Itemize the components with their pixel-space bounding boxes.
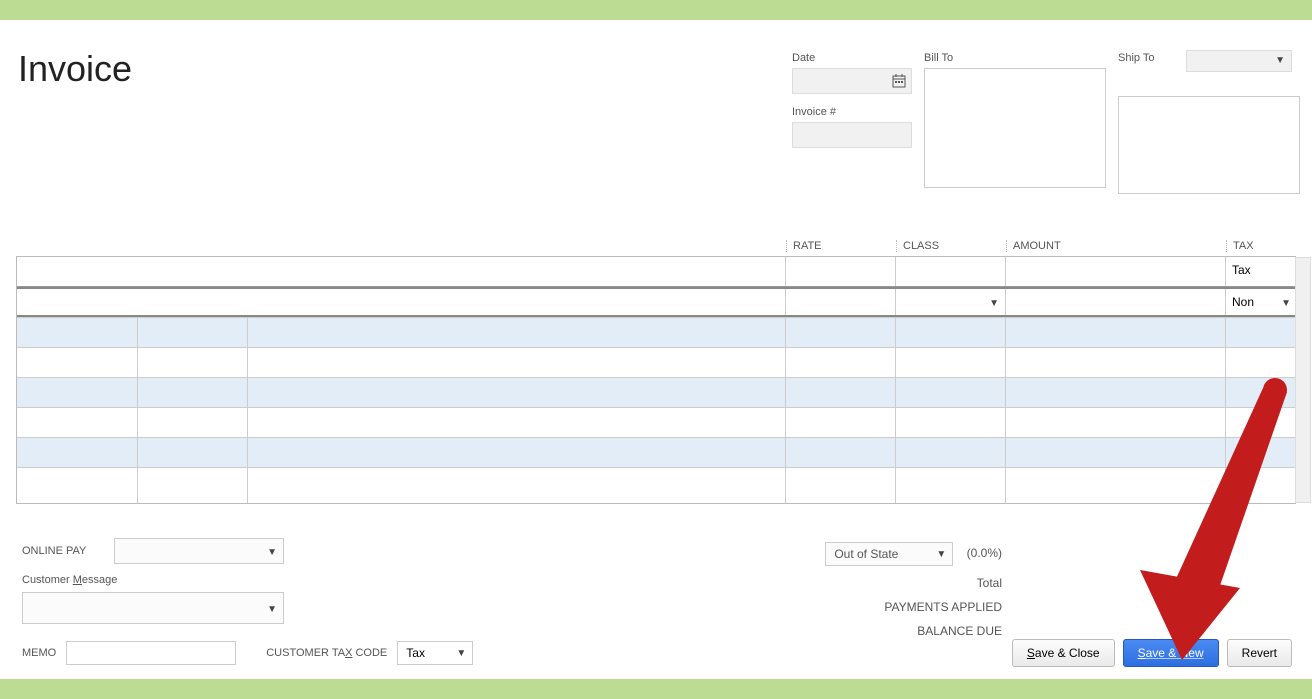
total-label: Total (825, 576, 1002, 590)
table-row[interactable] (17, 407, 1295, 437)
payments-applied-label: PAYMENTS APPLIED (825, 600, 1002, 614)
date-input[interactable] (792, 68, 912, 94)
customer-message-label: Customer Message (22, 574, 422, 586)
tax-cell-dropdown[interactable]: Non▼ (1225, 289, 1295, 315)
memo-input[interactable] (66, 641, 236, 665)
chevron-down-icon: ▼ (1281, 298, 1291, 309)
chevron-down-icon: ▼ (456, 648, 466, 659)
column-header-amount: AMOUNT (1006, 240, 1226, 252)
tax-cell[interactable]: Tax (1225, 257, 1295, 286)
save-and-new-button[interactable]: Save & New (1123, 639, 1219, 667)
line-items-table: RATE CLASS AMOUNT TAX Tax ▼ Non▼ (16, 240, 1296, 504)
chevron-down-icon[interactable]: ▼ (989, 298, 999, 309)
ship-to-dropdown[interactable]: ▼ (1186, 50, 1292, 72)
table-row[interactable] (17, 317, 1295, 347)
bill-to-textarea[interactable] (924, 68, 1106, 188)
online-pay-dropdown[interactable]: ▼ (114, 538, 284, 564)
chevron-down-icon: ▼ (936, 549, 946, 560)
table-row[interactable] (17, 347, 1295, 377)
customer-tax-code-label: CUSTOMER TAX CODE (266, 647, 387, 659)
tax-jurisdiction-dropdown[interactable]: Out of State▼ (825, 542, 953, 566)
table-row[interactable] (17, 467, 1295, 503)
balance-due-label: BALANCE DUE (825, 624, 1002, 638)
column-header-class: CLASS (896, 240, 1006, 252)
column-header-rate: RATE (786, 240, 896, 252)
bill-to-label: Bill To (924, 52, 1106, 64)
invoice-number-input[interactable] (792, 122, 912, 148)
table-row[interactable] (17, 377, 1295, 407)
ship-to-textarea[interactable] (1118, 96, 1300, 194)
page-title: Invoice (18, 48, 132, 90)
chevron-down-icon: ▼ (1275, 55, 1285, 66)
vertical-scrollbar[interactable] (1295, 257, 1311, 503)
customer-tax-code-dropdown[interactable]: Tax▼ (397, 641, 473, 665)
table-row[interactable]: Tax (17, 257, 1295, 287)
table-row[interactable]: ▼ Non▼ (17, 287, 1295, 317)
date-label: Date (792, 52, 912, 64)
customer-message-dropdown[interactable]: ▼ (22, 592, 284, 624)
column-header-tax: TAX (1226, 240, 1296, 252)
chevron-down-icon: ▼ (267, 604, 277, 615)
save-and-close-button[interactable]: Save & Close (1012, 639, 1115, 667)
online-pay-label: ONLINE PAY (22, 545, 114, 557)
table-row[interactable] (17, 437, 1295, 467)
invoice-number-label: Invoice # (792, 106, 912, 118)
calendar-icon[interactable] (891, 73, 907, 89)
tax-percentage: (0.0%) (967, 546, 1002, 560)
memo-label: MEMO (22, 647, 56, 659)
chevron-down-icon: ▼ (267, 547, 277, 558)
revert-button[interactable]: Revert (1227, 639, 1292, 667)
